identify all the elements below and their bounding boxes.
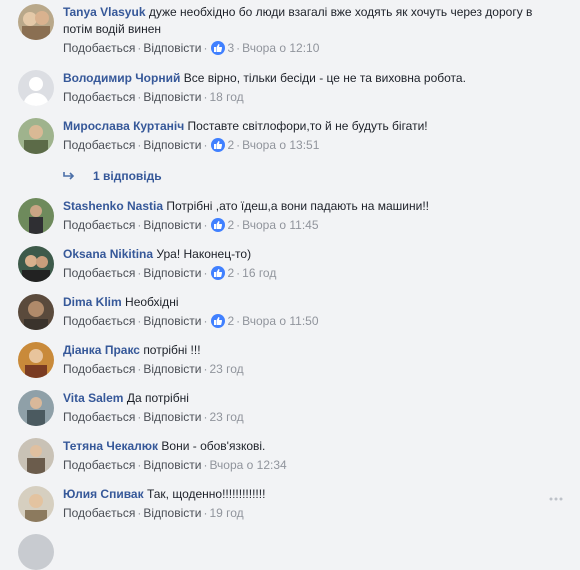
timestamp[interactable]: 18 год xyxy=(209,90,243,104)
reply-link[interactable]: Відповісти xyxy=(143,458,201,472)
like-link[interactable]: Подобається xyxy=(63,314,135,328)
like-link[interactable]: Подобається xyxy=(63,458,135,472)
like-link[interactable]: Подобається xyxy=(63,41,135,55)
timestamp[interactable]: Вчора о 12:34 xyxy=(209,458,286,472)
like-link[interactable]: Подобається xyxy=(63,410,135,424)
timestamp[interactable]: Вчора о 12:10 xyxy=(242,41,319,55)
reply-link[interactable]: Відповісти xyxy=(143,410,201,424)
avatar[interactable] xyxy=(18,4,54,40)
comment-text: Необхідні xyxy=(125,295,179,309)
avatar[interactable] xyxy=(18,70,54,106)
reply-link[interactable]: Відповісти xyxy=(143,218,201,232)
timestamp[interactable]: 23 год xyxy=(209,410,243,424)
like-icon[interactable] xyxy=(211,266,226,280)
separator: · xyxy=(203,138,208,152)
replies-count[interactable]: 1 відповідь xyxy=(93,169,162,183)
timestamp[interactable]: Вчора о 11:45 xyxy=(242,218,318,232)
avatar[interactable] xyxy=(18,342,54,378)
timestamp[interactable]: 16 год xyxy=(242,266,276,280)
separator: · xyxy=(203,314,208,328)
comment-text: Вони - обов'язкові. xyxy=(161,439,266,453)
like-link[interactable]: Подобається xyxy=(63,362,135,376)
view-replies-link[interactable]: 1 відповідь xyxy=(63,169,162,183)
like-link[interactable]: Подобається xyxy=(63,218,135,232)
timestamp[interactable]: Вчора о 11:50 xyxy=(242,314,318,328)
separator: · xyxy=(236,218,241,232)
separator: · xyxy=(236,314,241,328)
timestamp[interactable]: 23 год xyxy=(209,362,243,376)
like-icon[interactable] xyxy=(211,41,226,55)
comment-author[interactable]: Tanya Vlasyuk xyxy=(63,5,146,19)
reply-arrow-icon xyxy=(63,169,75,183)
separator: · xyxy=(236,41,241,55)
comment-text: Поставте світлофори,то й не будуть бігат… xyxy=(187,119,428,133)
like-icon[interactable] xyxy=(211,138,226,152)
reply-link[interactable]: Відповісти xyxy=(143,138,201,152)
avatar[interactable] xyxy=(18,390,54,426)
avatar[interactable] xyxy=(18,198,54,234)
reply-link[interactable]: Відповісти xyxy=(143,266,201,280)
comment-author[interactable]: Юлия Спивак xyxy=(63,487,144,501)
like-link[interactable]: Подобається xyxy=(63,90,135,104)
reply-link[interactable]: Відповісти xyxy=(143,506,201,520)
like-icon[interactable] xyxy=(211,314,226,328)
reply-link[interactable]: Відповісти xyxy=(143,41,201,55)
separator: · xyxy=(236,138,241,152)
reply-link[interactable]: Відповісти xyxy=(143,90,201,104)
comment-author[interactable]: Vita Salem xyxy=(63,391,123,405)
comment-text: Так, щоденно!!!!!!!!!!!!! xyxy=(146,487,266,501)
separator: · xyxy=(203,218,208,232)
separator: · xyxy=(203,266,208,280)
avatar[interactable] xyxy=(18,118,54,154)
like-link[interactable]: Подобається xyxy=(63,506,135,520)
comment-text: потрібні !!! xyxy=(143,343,201,357)
like-icon[interactable] xyxy=(211,218,226,232)
comment-text: Ура! Наконец-то) xyxy=(156,247,252,261)
like-link[interactable]: Подобається xyxy=(63,266,135,280)
separator: · xyxy=(236,266,241,280)
comment-text: Все вірно, тільки бесіди - це не та вихо… xyxy=(183,71,466,85)
comment-author[interactable]: Діанка Пракс xyxy=(63,343,140,357)
reply-link[interactable]: Відповісти xyxy=(143,362,201,376)
separator: · xyxy=(203,41,208,55)
comment-author[interactable]: Stashenko Nastia xyxy=(63,199,163,213)
comment-author[interactable]: Dima Klim xyxy=(63,295,122,309)
avatar[interactable] xyxy=(18,294,54,330)
reply-link[interactable]: Відповісти xyxy=(143,314,201,328)
avatar[interactable] xyxy=(18,438,54,474)
more-options-icon[interactable] xyxy=(549,488,563,504)
comment-author[interactable]: Тетяна Чекалюк xyxy=(63,439,158,453)
avatar[interactable] xyxy=(18,486,54,522)
comment-author[interactable]: Мирослава Куртаніч xyxy=(63,119,184,133)
avatar[interactable] xyxy=(18,534,54,570)
comment-author[interactable]: Володимир Чорний xyxy=(63,71,180,85)
comment-text: Потрібні ,ато їдеш,а вони падають на маш… xyxy=(166,199,429,213)
comment-author[interactable]: Oksana Nikitina xyxy=(63,247,153,261)
timestamp[interactable]: Вчора о 13:51 xyxy=(242,138,319,152)
comment-text: Да потрібні xyxy=(126,391,189,405)
like-link[interactable]: Подобається xyxy=(63,138,135,152)
avatar[interactable] xyxy=(18,246,54,282)
timestamp[interactable]: 19 год xyxy=(209,506,243,520)
